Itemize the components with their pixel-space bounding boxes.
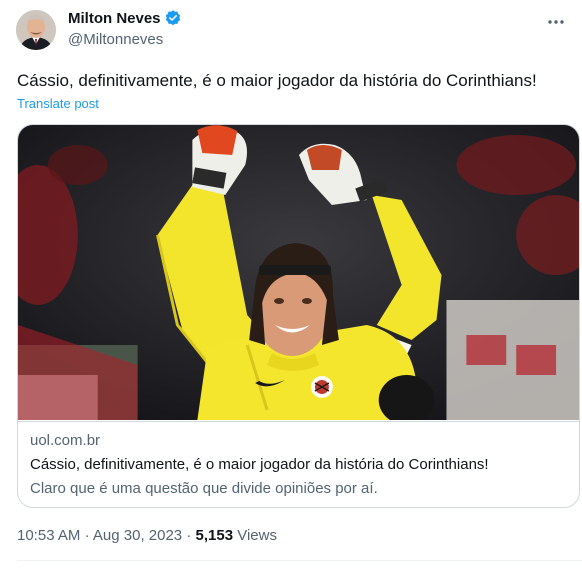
avatar-photo [16,10,56,50]
meta-separator: · [84,527,90,544]
card-title: Cássio, definitivamente, é o maior jogad… [30,456,489,473]
views-label: Views [237,527,277,544]
meta-separator: · [186,527,192,544]
translate-post-link[interactable]: Translate post [17,96,99,111]
link-preview-card[interactable]: uol.com.br Cássio, definitivamente, é o … [17,124,580,508]
more-options-button[interactable] [546,12,566,32]
divider [17,560,582,561]
post-text: Cássio, definitivamente, é o maior jogad… [17,71,537,90]
author-name-row: Milton Neves [68,9,182,27]
card-image-goalkeeper-photo [18,125,579,420]
more-options-icon [548,20,564,24]
verified-badge-icon [165,10,180,26]
post-time[interactable]: 10:53 AM [17,527,80,544]
views-count: 5,153 [195,527,234,544]
author-handle[interactable]: @Miltonneves [68,31,163,48]
author-name[interactable]: Milton Neves [68,10,161,27]
post-date[interactable]: Aug 30, 2023 [93,527,182,544]
post-meta: 10:53 AM · Aug 30, 2023 · 5,153 Views [17,527,277,544]
card-domain: uol.com.br [30,432,101,449]
card-info: uol.com.br Cássio, definitivamente, é o … [18,421,579,507]
card-description: Claro que é uma questão que divide opini… [30,480,378,497]
author-avatar[interactable] [16,10,56,50]
